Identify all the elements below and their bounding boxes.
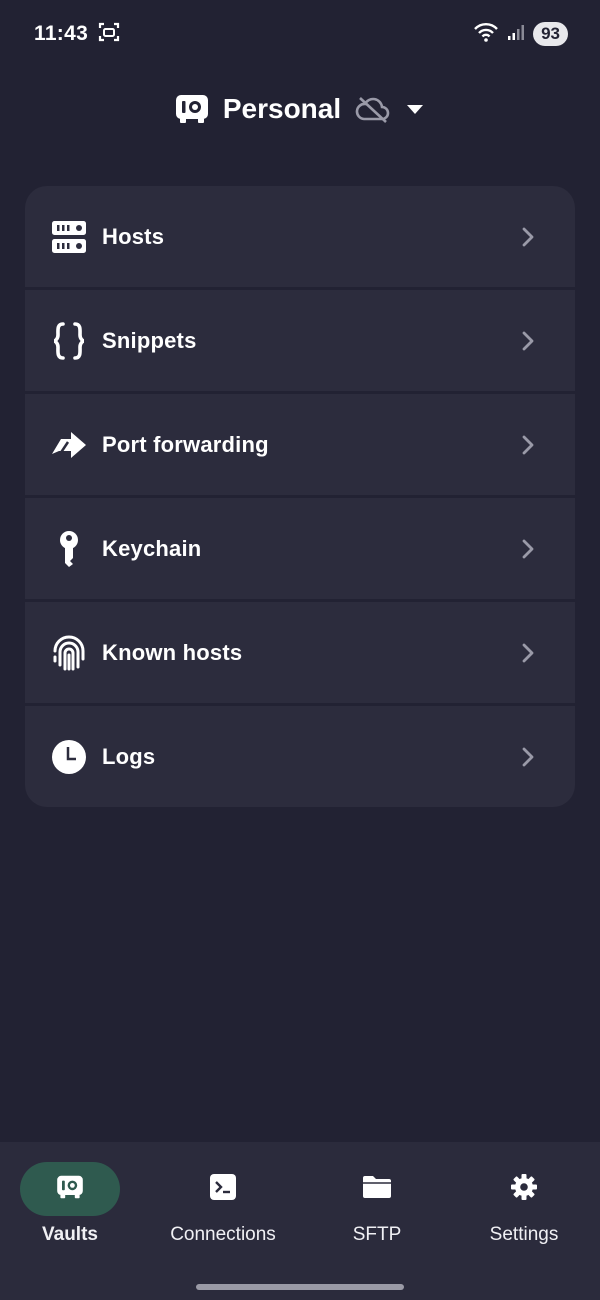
- clock-icon: [51, 739, 87, 775]
- menu-item-snippets[interactable]: Snippets: [25, 290, 575, 391]
- key-icon: [51, 530, 87, 567]
- menu-item-label: Logs: [102, 743, 156, 769]
- screenshot-icon: [98, 21, 120, 48]
- cloud-off-icon[interactable]: [355, 95, 391, 123]
- status-left: 11:43: [34, 21, 120, 48]
- signal-icon: [507, 23, 525, 46]
- nav-label: SFTP: [352, 1224, 402, 1245]
- bottom-nav: Vaults Connections SFTP Settings: [0, 1142, 600, 1300]
- vault-menu: Hosts Snippets Port forwarding Keychain …: [25, 186, 575, 807]
- nav-settings[interactable]: Settings: [448, 1162, 600, 1262]
- nav-sftp[interactable]: SFTP: [306, 1162, 448, 1262]
- nav-icon-container: [474, 1162, 574, 1216]
- chevron-right-icon: [519, 434, 537, 456]
- chevron-right-icon: [519, 330, 537, 352]
- menu-item-label: Snippets: [102, 327, 197, 353]
- vault-icon: [175, 94, 209, 124]
- menu-item-port-forwarding[interactable]: Port forwarding: [25, 394, 575, 495]
- forward-arrow-icon: [51, 427, 87, 463]
- home-indicator[interactable]: [196, 1284, 404, 1290]
- menu-item-known-hosts[interactable]: Known hosts: [25, 602, 575, 703]
- status-time: 11:43: [34, 22, 89, 45]
- terminal-icon: [209, 1173, 237, 1206]
- folder-icon: [362, 1175, 392, 1204]
- menu-item-hosts[interactable]: Hosts: [25, 186, 575, 287]
- menu-item-label: Hosts: [102, 223, 165, 249]
- menu-item-label: Port forwarding: [102, 431, 269, 457]
- braces-icon: [51, 321, 87, 360]
- battery-icon: 93: [533, 22, 568, 46]
- gear-icon: [510, 1173, 538, 1206]
- menu-item-keychain[interactable]: Keychain: [25, 498, 575, 599]
- menu-item-logs[interactable]: Logs: [25, 706, 575, 807]
- vault-switcher[interactable]: Personal: [0, 84, 600, 134]
- menu-item-label: Keychain: [102, 535, 202, 561]
- chevron-right-icon: [519, 226, 537, 248]
- vault-icon: [56, 1175, 84, 1204]
- chevron-right-icon: [519, 746, 537, 768]
- caret-down-icon[interactable]: [405, 103, 425, 115]
- nav-vaults[interactable]: Vaults: [0, 1162, 140, 1262]
- fingerprint-icon: [51, 635, 87, 671]
- chevron-right-icon: [519, 642, 537, 664]
- server-icon: [51, 219, 87, 255]
- nav-label: Settings: [489, 1224, 559, 1245]
- vault-title: Personal: [222, 93, 342, 124]
- nav-label: Vaults: [42, 1224, 98, 1245]
- nav-label: Connections: [170, 1224, 276, 1245]
- nav-active-indicator: [20, 1162, 120, 1216]
- menu-item-label: Known hosts: [102, 639, 243, 665]
- nav-icon-container: [327, 1162, 427, 1216]
- chevron-right-icon: [519, 538, 537, 560]
- status-bar: 11:43 93: [0, 0, 600, 68]
- nav-icon-container: [173, 1162, 273, 1216]
- nav-connections[interactable]: Connections: [140, 1162, 306, 1262]
- wifi-icon: [473, 22, 499, 47]
- status-right: 93: [473, 22, 568, 47]
